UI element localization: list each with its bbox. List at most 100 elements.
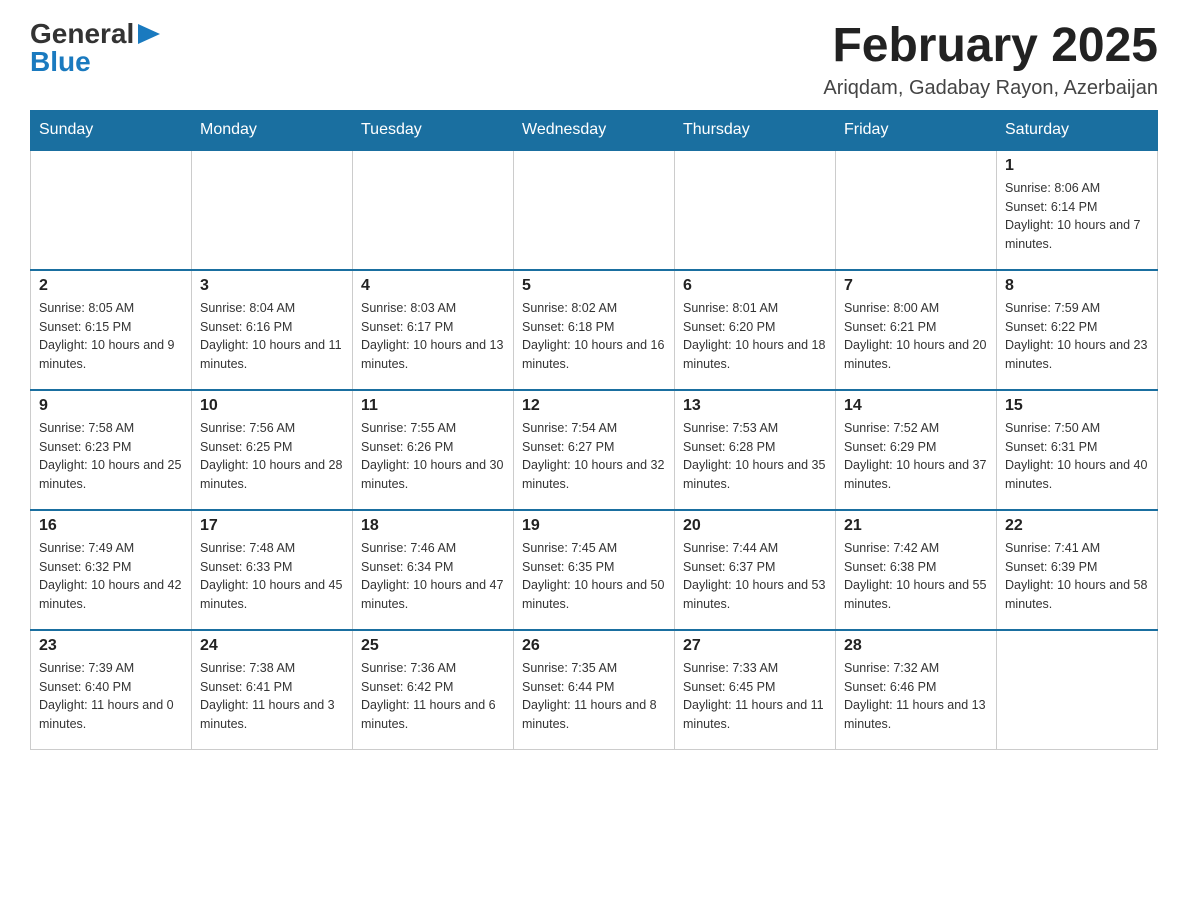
calendar-week-row: 1 Sunrise: 8:06 AMSunset: 6:14 PMDaylight…: [31, 150, 1158, 270]
calendar-week-row: 9 Sunrise: 7:58 AMSunset: 6:23 PMDaylight…: [31, 390, 1158, 510]
day-number: 8: [1005, 277, 1149, 295]
calendar-cell: [675, 150, 836, 270]
day-info: Sunrise: 7:49 AMSunset: 6:32 PMDaylight:…: [39, 539, 183, 614]
day-number: 7: [844, 277, 988, 295]
logo: General Blue: [30, 20, 160, 76]
calendar-cell: 8 Sunrise: 7:59 AMSunset: 6:22 PMDaylight…: [997, 270, 1158, 390]
day-info: Sunrise: 7:39 AMSunset: 6:40 PMDaylight:…: [39, 659, 183, 734]
calendar-cell: 6Sunrise: 8:01 AMSunset: 6:20 PMDaylight…: [675, 270, 836, 390]
calendar-cell: 13Sunrise: 7:53 AMSunset: 6:28 PMDayligh…: [675, 390, 836, 510]
day-number: 26: [522, 637, 666, 655]
weekday-header-saturday: Saturday: [997, 110, 1158, 150]
day-info: Sunrise: 7:42 AMSunset: 6:38 PMDaylight:…: [844, 539, 988, 614]
day-info: Sunrise: 8:04 AMSunset: 6:16 PMDaylight:…: [200, 299, 344, 374]
calendar-cell: 24 Sunrise: 7:38 AMSunset: 6:41 PMDayligh…: [192, 630, 353, 750]
calendar-cell: 18 Sunrise: 7:46 AMSunset: 6:34 PMDayligh…: [353, 510, 514, 630]
day-number: 9: [39, 397, 183, 415]
day-number: 23: [39, 637, 183, 655]
day-info: Sunrise: 8:03 AMSunset: 6:17 PMDaylight:…: [361, 299, 505, 374]
day-info: Sunrise: 7:41 AMSunset: 6:39 PMDaylight:…: [1005, 539, 1149, 614]
calendar-cell: 14Sunrise: 7:52 AMSunset: 6:29 PMDayligh…: [836, 390, 997, 510]
day-info: Sunrise: 7:32 AMSunset: 6:46 PMDaylight:…: [844, 659, 988, 734]
day-info: Sunrise: 7:54 AMSunset: 6:27 PMDaylight:…: [522, 419, 666, 494]
day-number: 27: [683, 637, 827, 655]
day-number: 16: [39, 517, 183, 535]
day-number: 10: [200, 397, 344, 415]
calendar-cell: 9 Sunrise: 7:58 AMSunset: 6:23 PMDaylight…: [31, 390, 192, 510]
calendar-cell: [192, 150, 353, 270]
day-info: Sunrise: 7:58 AMSunset: 6:23 PMDaylight:…: [39, 419, 183, 494]
calendar-cell: [31, 150, 192, 270]
day-number: 18: [361, 517, 505, 535]
day-number: 21: [844, 517, 988, 535]
weekday-header-wednesday: Wednesday: [514, 110, 675, 150]
title-section: February 2025 Ariqdam, Gadabay Rayon, Az…: [823, 20, 1158, 100]
calendar-cell: 11 Sunrise: 7:55 AMSunset: 6:26 PMDayligh…: [353, 390, 514, 510]
calendar-header-row: SundayMondayTuesdayWednesdayThursdayFrid…: [31, 110, 1158, 150]
calendar-cell: 3 Sunrise: 8:04 AMSunset: 6:16 PMDaylight…: [192, 270, 353, 390]
day-number: 1: [1005, 157, 1149, 175]
calendar-cell: 15 Sunrise: 7:50 AMSunset: 6:31 PMDayligh…: [997, 390, 1158, 510]
logo-blue: Blue: [30, 46, 91, 77]
day-info: Sunrise: 8:00 AMSunset: 6:21 PMDaylight:…: [844, 299, 988, 374]
day-info: Sunrise: 7:56 AMSunset: 6:25 PMDaylight:…: [200, 419, 344, 494]
day-number: 24: [200, 637, 344, 655]
day-number: 13: [683, 397, 827, 415]
day-info: Sunrise: 7:52 AMSunset: 6:29 PMDaylight:…: [844, 419, 988, 494]
weekday-header-sunday: Sunday: [31, 110, 192, 150]
calendar-cell: 19 Sunrise: 7:45 AMSunset: 6:35 PMDayligh…: [514, 510, 675, 630]
calendar-cell: 7 Sunrise: 8:00 AMSunset: 6:21 PMDaylight…: [836, 270, 997, 390]
day-number: 20: [683, 517, 827, 535]
calendar-cell: 20 Sunrise: 7:44 AMSunset: 6:37 PMDayligh…: [675, 510, 836, 630]
day-number: 5: [522, 277, 666, 295]
day-number: 19: [522, 517, 666, 535]
location-title: Ariqdam, Gadabay Rayon, Azerbaijan: [823, 77, 1158, 100]
weekday-header-monday: Monday: [192, 110, 353, 150]
calendar-cell: 2Sunrise: 8:05 AMSunset: 6:15 PMDaylight…: [31, 270, 192, 390]
month-title: February 2025: [823, 20, 1158, 73]
day-info: Sunrise: 8:06 AMSunset: 6:14 PMDaylight:…: [1005, 179, 1149, 254]
calendar-cell: 5 Sunrise: 8:02 AMSunset: 6:18 PMDaylight…: [514, 270, 675, 390]
day-number: 2: [39, 277, 183, 295]
calendar-cell: [353, 150, 514, 270]
calendar-cell: 1 Sunrise: 8:06 AMSunset: 6:14 PMDaylight…: [997, 150, 1158, 270]
day-number: 11: [361, 397, 505, 415]
day-number: 15: [1005, 397, 1149, 415]
calendar-cell: 22Sunrise: 7:41 AMSunset: 6:39 PMDayligh…: [997, 510, 1158, 630]
weekday-header-tuesday: Tuesday: [353, 110, 514, 150]
calendar-cell: [997, 630, 1158, 750]
day-info: Sunrise: 7:45 AMSunset: 6:35 PMDaylight:…: [522, 539, 666, 614]
day-info: Sunrise: 8:02 AMSunset: 6:18 PMDaylight:…: [522, 299, 666, 374]
weekday-header-thursday: Thursday: [675, 110, 836, 150]
calendar-cell: [514, 150, 675, 270]
day-number: 3: [200, 277, 344, 295]
calendar-table: SundayMondayTuesdayWednesdayThursdayFrid…: [30, 110, 1158, 751]
day-number: 25: [361, 637, 505, 655]
calendar-cell: 12 Sunrise: 7:54 AMSunset: 6:27 PMDayligh…: [514, 390, 675, 510]
calendar-cell: 10 Sunrise: 7:56 AMSunset: 6:25 PMDayligh…: [192, 390, 353, 510]
day-number: 12: [522, 397, 666, 415]
calendar-cell: 27 Sunrise: 7:33 AMSunset: 6:45 PMDayligh…: [675, 630, 836, 750]
calendar-cell: 17Sunrise: 7:48 AMSunset: 6:33 PMDayligh…: [192, 510, 353, 630]
day-info: Sunrise: 7:59 AMSunset: 6:22 PMDaylight:…: [1005, 299, 1149, 374]
calendar-cell: 28 Sunrise: 7:32 AMSunset: 6:46 PMDayligh…: [836, 630, 997, 750]
day-number: 28: [844, 637, 988, 655]
calendar-cell: 25 Sunrise: 7:36 AMSunset: 6:42 PMDayligh…: [353, 630, 514, 750]
day-info: Sunrise: 7:55 AMSunset: 6:26 PMDaylight:…: [361, 419, 505, 494]
day-info: Sunrise: 7:46 AMSunset: 6:34 PMDaylight:…: [361, 539, 505, 614]
day-info: Sunrise: 7:48 AMSunset: 6:33 PMDaylight:…: [200, 539, 344, 614]
day-info: Sunrise: 7:44 AMSunset: 6:37 PMDaylight:…: [683, 539, 827, 614]
calendar-cell: 4Sunrise: 8:03 AMSunset: 6:17 PMDaylight…: [353, 270, 514, 390]
logo-general: General: [30, 20, 134, 48]
calendar-cell: 16 Sunrise: 7:49 AMSunset: 6:32 PMDayligh…: [31, 510, 192, 630]
page-header: General Blue February 2025 Ariqdam, Gada…: [30, 20, 1158, 100]
calendar-week-row: 23 Sunrise: 7:39 AMSunset: 6:40 PMDayligh…: [31, 630, 1158, 750]
weekday-header-friday: Friday: [836, 110, 997, 150]
day-info: Sunrise: 7:33 AMSunset: 6:45 PMDaylight:…: [683, 659, 827, 734]
day-info: Sunrise: 7:38 AMSunset: 6:41 PMDaylight:…: [200, 659, 344, 734]
logo-arrow-icon: [138, 24, 160, 44]
day-info: Sunrise: 7:36 AMSunset: 6:42 PMDaylight:…: [361, 659, 505, 734]
calendar-cell: [836, 150, 997, 270]
calendar-week-row: 16 Sunrise: 7:49 AMSunset: 6:32 PMDayligh…: [31, 510, 1158, 630]
day-info: Sunrise: 7:50 AMSunset: 6:31 PMDaylight:…: [1005, 419, 1149, 494]
